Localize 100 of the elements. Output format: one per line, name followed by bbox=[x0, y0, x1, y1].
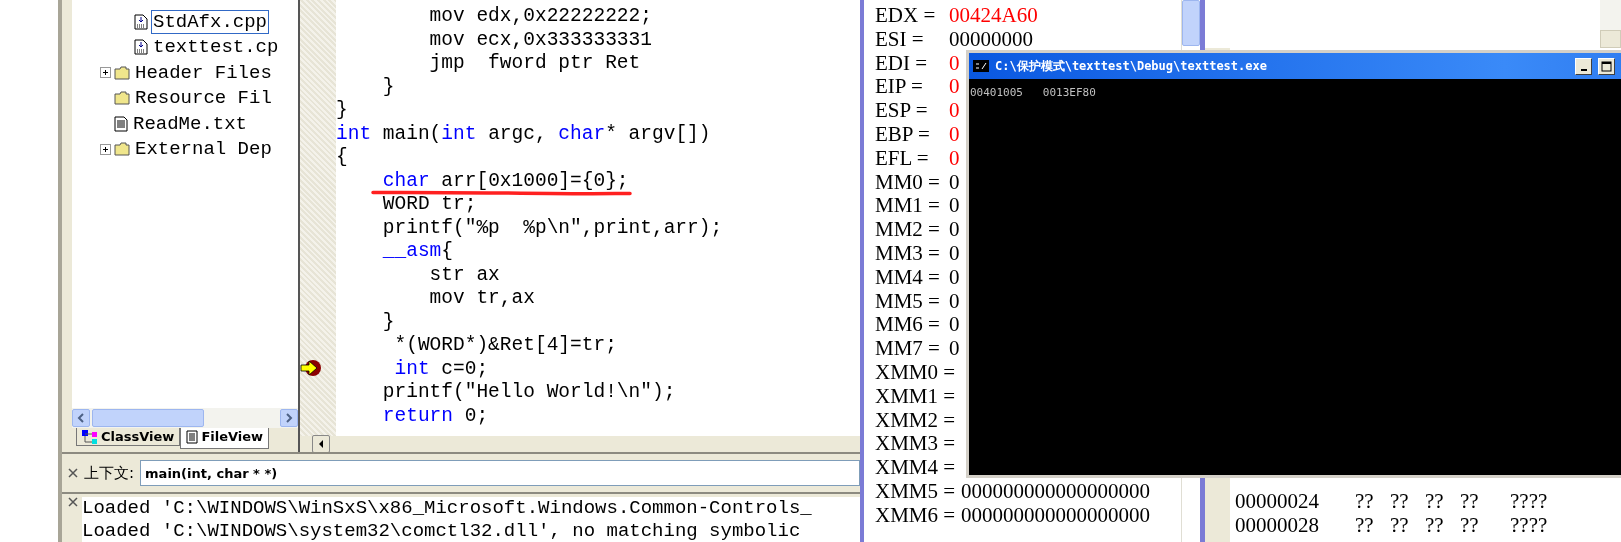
memory-address: 00000028 bbox=[1235, 513, 1320, 537]
code-line: mov ecx,0x333333331 bbox=[428, 29, 652, 50]
console-icon bbox=[973, 60, 989, 72]
register-value: 000000000000000000 bbox=[961, 502, 1150, 527]
caret-left-icon bbox=[318, 440, 324, 448]
memory-byte: ?? bbox=[1355, 513, 1375, 537]
minimize-button[interactable] bbox=[1575, 57, 1592, 75]
output-line: Loaded 'C:\WINDOWS\WinSxS\x86_Microsoft.Windows.Common-Controls_ bbox=[82, 497, 812, 520]
class-tree-icon bbox=[82, 429, 98, 444]
register-value: 0 bbox=[949, 50, 960, 75]
register-name: MM3 = bbox=[875, 240, 941, 265]
register-value: 00000000 bbox=[949, 26, 1033, 51]
scrollbar-thumb[interactable] bbox=[92, 409, 204, 427]
register-name: XMM3 = bbox=[875, 431, 957, 456]
scrollbar-track[interactable] bbox=[1600, 0, 1621, 48]
memory-ascii: ???? bbox=[1510, 489, 1549, 513]
context-field[interactable]: main(int, char * *) bbox=[140, 460, 860, 486]
register-name: ESI = bbox=[875, 26, 925, 51]
memory-byte: ?? bbox=[1425, 513, 1445, 537]
register-name: XMM5 = bbox=[875, 478, 957, 503]
scrollbar-thumb[interactable] bbox=[1600, 30, 1621, 48]
scrollbar-thumb[interactable] bbox=[1182, 0, 1200, 46]
tree-item[interactable]: Header Files bbox=[133, 60, 274, 85]
expand-icon[interactable] bbox=[99, 143, 111, 155]
register-value: 00424A60 bbox=[949, 3, 1038, 27]
code-line: } bbox=[381, 76, 395, 97]
tree-item[interactable]: texttest.cp bbox=[151, 35, 281, 60]
memory-byte: ?? bbox=[1390, 513, 1410, 537]
close-icon[interactable] bbox=[68, 468, 78, 478]
register-name: XMM2 = bbox=[875, 407, 957, 432]
register-name: XMM0 = bbox=[875, 359, 957, 384]
scroll-left-button[interactable] bbox=[312, 435, 330, 453]
tree-item[interactable]: Resource Fil bbox=[133, 86, 274, 111]
caret-right-icon bbox=[285, 413, 293, 423]
folder-icon bbox=[114, 91, 130, 106]
register-value: 0 bbox=[949, 264, 960, 289]
code-line: mov tr,ax bbox=[428, 288, 535, 308]
code-line: jmp fword ptr Ret bbox=[428, 53, 641, 73]
maximize-button[interactable] bbox=[1598, 57, 1615, 75]
output-line: Loaded 'C:\WINDOWS\system32\comctl32.dll', no matching symbolic bbox=[82, 520, 801, 542]
register-name: XMM4 = bbox=[875, 455, 957, 479]
register-name: MM5 = bbox=[875, 288, 941, 313]
maximize-icon bbox=[1601, 60, 1612, 72]
register-name: XMM6 = bbox=[875, 502, 957, 527]
code-line: int main(int argc, char* argv[]) bbox=[336, 123, 711, 144]
register-value: 000000000000000000 bbox=[961, 478, 1150, 503]
code-line: mov edx,0x22222222; bbox=[428, 6, 652, 26]
register-value: 0 bbox=[949, 74, 960, 99]
register-name: EFL = bbox=[875, 145, 930, 170]
register-value: 0 bbox=[949, 193, 960, 218]
register-name: EBP = bbox=[875, 122, 931, 146]
text-file-icon bbox=[114, 115, 128, 132]
register-value: 0 bbox=[949, 169, 960, 194]
tab[interactable]: ClassView bbox=[76, 428, 181, 446]
code-line: __asm{ bbox=[381, 241, 454, 261]
code-line: } bbox=[336, 100, 348, 120]
code-line: char arr[0x1000]={0}; bbox=[381, 170, 629, 191]
register-value: 0 bbox=[949, 145, 960, 170]
console-output: 00401005 0013EF80 bbox=[970, 86, 1096, 99]
minimize-icon bbox=[1580, 69, 1587, 71]
context-label: 上下文: bbox=[84, 463, 135, 483]
register-value: 0 bbox=[949, 336, 960, 360]
register-value: 0 bbox=[949, 217, 960, 241]
caret-left-icon bbox=[77, 413, 85, 423]
register-value: 0 bbox=[949, 312, 960, 337]
code-line: return 0; bbox=[381, 405, 489, 426]
window-title: C:\保护模式\texttest\Debug\texttest.exe bbox=[995, 57, 1268, 75]
register-name: ESP = bbox=[875, 98, 929, 122]
register-name: MM7 = bbox=[875, 336, 941, 360]
register-name: EIP = bbox=[875, 74, 924, 99]
source-file-icon bbox=[134, 13, 148, 30]
scroll-right-button[interactable] bbox=[280, 409, 298, 427]
register-name: EDI = bbox=[875, 50, 929, 75]
register-name: MM6 = bbox=[875, 312, 941, 337]
register-name: MM4 = bbox=[875, 264, 941, 289]
register-name: MM1 = bbox=[875, 193, 941, 218]
memory-ascii: ???? bbox=[1510, 513, 1549, 537]
memory-address: 00000024 bbox=[1235, 489, 1320, 513]
memory-byte: ?? bbox=[1460, 513, 1480, 537]
tab[interactable]: FileView bbox=[180, 428, 270, 449]
tree-item[interactable]: ReadMe.txt bbox=[131, 111, 250, 136]
memory-byte: ?? bbox=[1355, 489, 1375, 513]
memory-byte: ?? bbox=[1460, 489, 1480, 513]
code-line: } bbox=[381, 311, 395, 332]
folder-icon bbox=[114, 65, 130, 80]
expand-icon[interactable] bbox=[99, 67, 111, 79]
register-value: 0 bbox=[949, 122, 960, 146]
register-value: 0 bbox=[949, 240, 960, 265]
register-value: 0 bbox=[949, 288, 960, 313]
tree-item[interactable]: StdAfx.cpp bbox=[151, 9, 270, 34]
code-line: printf("%p %p\n",print,arr); bbox=[381, 217, 723, 238]
tree-item[interactable]: External Dep bbox=[133, 137, 274, 162]
register-name: MM2 = bbox=[875, 217, 941, 241]
code-line: printf("Hello World!\n"); bbox=[381, 382, 676, 402]
source-file-icon bbox=[134, 39, 148, 56]
register-name: EDX = bbox=[875, 3, 937, 27]
memory-byte: ?? bbox=[1425, 489, 1445, 513]
code-line: str ax bbox=[428, 264, 500, 285]
close-icon[interactable] bbox=[68, 497, 78, 507]
folder-icon bbox=[114, 142, 130, 157]
